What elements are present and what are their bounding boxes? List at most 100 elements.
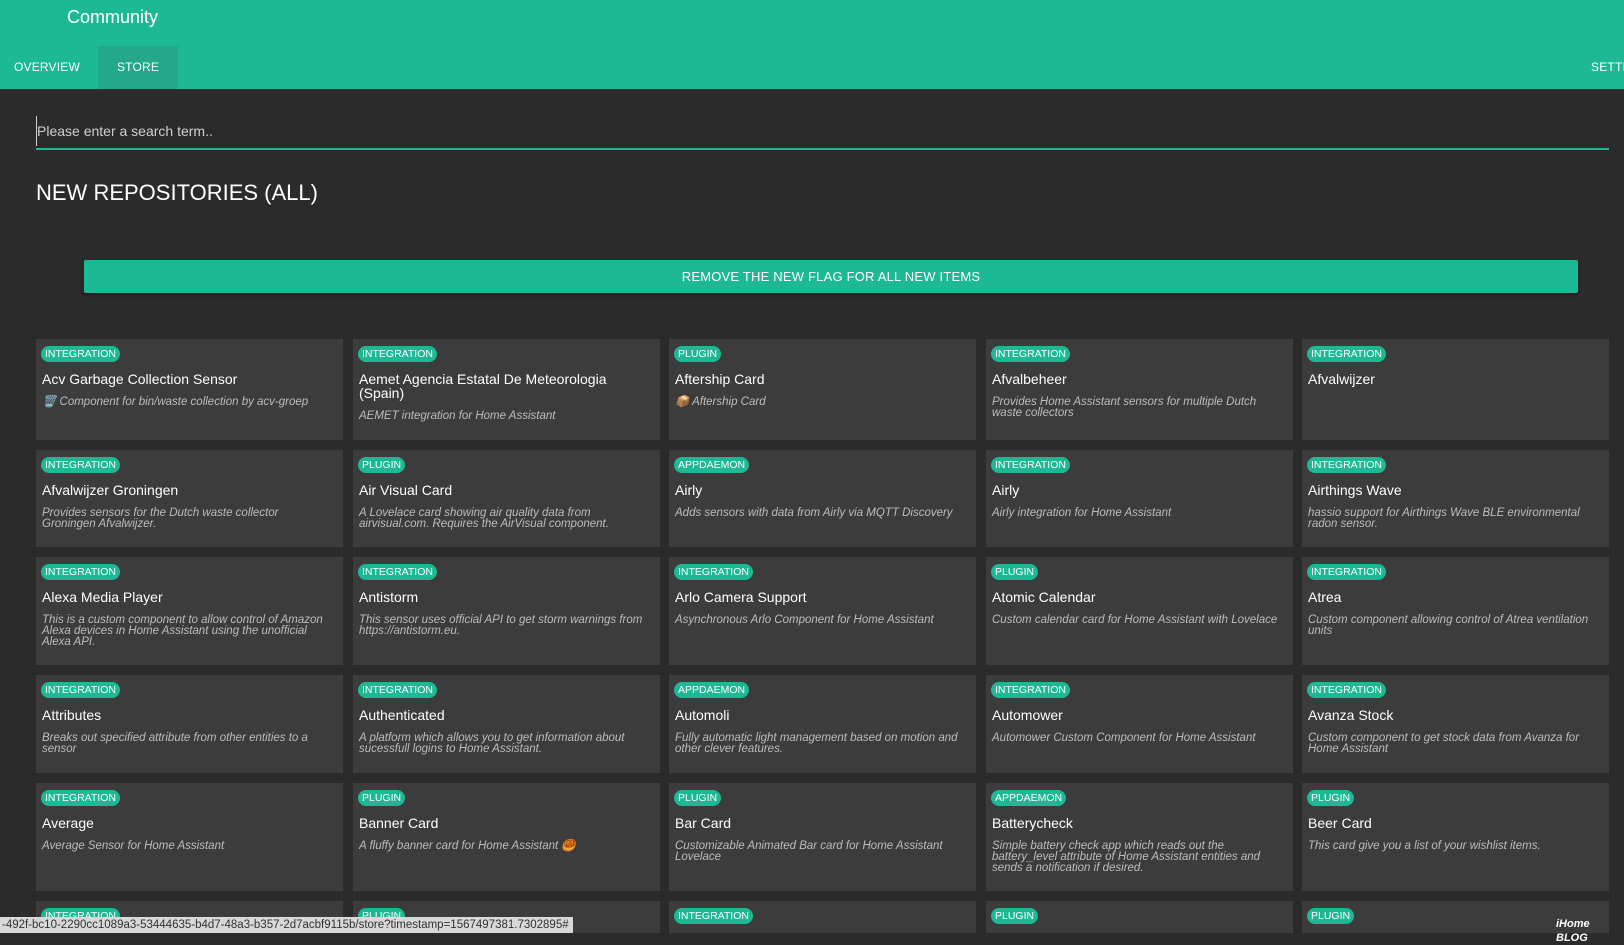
watermark: iHome BLOG bbox=[1556, 918, 1590, 944]
repository-card[interactable]: INTEGRATION Average Average Sensor for H… bbox=[36, 783, 343, 891]
repository-name: Aftership Card bbox=[675, 371, 765, 387]
repository-card[interactable]: PLUGIN Atomic Calendar Custom calendar c… bbox=[986, 557, 1293, 665]
repository-description: Airly integration for Home Assistant bbox=[992, 507, 1172, 519]
repository-card[interactable]: INTEGRATION Afvalwijzer Groningen Provid… bbox=[36, 450, 343, 547]
category-badge: PLUGIN bbox=[674, 346, 722, 362]
repository-card[interactable]: PLUGIN Beer Card This card give you a li… bbox=[1302, 783, 1609, 891]
section-title: NEW REPOSITORIES (ALL) bbox=[36, 180, 318, 205]
category-badge: INTEGRATION bbox=[358, 682, 437, 698]
category-badge: INTEGRATION bbox=[41, 457, 120, 473]
repository-card[interactable]: INTEGRATION Avanza Stock Custom componen… bbox=[1302, 675, 1609, 773]
repository-card[interactable]: INTEGRATION Afvalwijzer bbox=[1302, 339, 1609, 440]
category-badge: PLUGIN bbox=[674, 790, 722, 806]
category-badge: APPDAEMON bbox=[674, 682, 750, 698]
category-badge: INTEGRATION bbox=[1307, 682, 1386, 698]
repository-card[interactable]: INTEGRATION Automower Automower Custom C… bbox=[986, 675, 1293, 773]
repository-description: Asynchronous Arlo Component for Home Ass… bbox=[675, 614, 934, 626]
category-badge: INTEGRATION bbox=[41, 564, 120, 580]
repository-description: A fluffy banner card for Home Assistant … bbox=[359, 840, 576, 852]
repository-description: 🗑️ Component for bin/waste collection by… bbox=[42, 396, 309, 408]
repository-description: Custom component to get stock data from … bbox=[1308, 732, 1580, 755]
repository-card[interactable]: INTEGRATION Airthings Wave hassio suppor… bbox=[1302, 450, 1609, 547]
repository-description: This is a custom component to allow cont… bbox=[42, 614, 323, 648]
category-badge: PLUGIN bbox=[991, 564, 1039, 580]
category-badge: PLUGIN bbox=[358, 790, 406, 806]
repository-card[interactable]: INTEGRATION Atrea Custom component allow… bbox=[1302, 557, 1609, 665]
category-badge: INTEGRATION bbox=[991, 457, 1070, 473]
repository-description: Provides sensors for the Dutch waste col… bbox=[42, 507, 279, 530]
repository-description: Adds sensors with data from Airly via MQ… bbox=[675, 507, 953, 519]
repository-card[interactable]: PLUGIN Aftership Card 📦 Aftership Card bbox=[669, 339, 976, 440]
repository-name: Bar Card bbox=[675, 815, 732, 831]
category-badge: PLUGIN bbox=[1307, 908, 1355, 924]
repository-card[interactable]: INTEGRATION Afvalbeheer Provides Home As… bbox=[986, 339, 1293, 440]
category-badge: INTEGRATION bbox=[41, 346, 120, 362]
search-input[interactable] bbox=[36, 116, 1609, 146]
repository-card[interactable]: INTEGRATION Attributes Breaks out specif… bbox=[36, 675, 343, 773]
repository-name: Arlo Camera Support bbox=[675, 589, 807, 605]
category-badge: INTEGRATION bbox=[674, 564, 753, 580]
repository-name: Afvalbeheer bbox=[992, 371, 1067, 387]
repository-card[interactable]: INTEGRATION Acv Garbage Collection Senso… bbox=[36, 339, 343, 440]
category-badge: PLUGIN bbox=[991, 908, 1039, 924]
category-badge: INTEGRATION bbox=[41, 682, 120, 698]
repository-name: Afvalwijzer Groningen bbox=[42, 482, 179, 498]
category-badge: INTEGRATION bbox=[358, 564, 437, 580]
category-badge: INTEGRATION bbox=[991, 682, 1070, 698]
tab-overview[interactable]: OVERVIEW bbox=[0, 46, 94, 89]
repository-description: hassio support for Airthings Wave BLE en… bbox=[1308, 507, 1580, 530]
repository-card[interactable]: PLUGIN Bar Card Customizable Animated Ba… bbox=[669, 783, 976, 891]
repository-card[interactable]: PLUGIN Air Visual Card A Lovelace card s… bbox=[353, 450, 660, 547]
tab-settings[interactable]: SETTI bbox=[1591, 46, 1624, 89]
remove-new-flag-button[interactable]: REMOVE THE NEW FLAG FOR ALL NEW ITEMS bbox=[84, 260, 1578, 293]
category-badge: INTEGRATION bbox=[991, 346, 1070, 362]
repository-description: A platform which allows you to get infor… bbox=[359, 732, 625, 755]
repository-name: Air Visual Card bbox=[359, 482, 453, 498]
repository-name: Banner Card bbox=[359, 815, 439, 831]
repository-card[interactable]: INTEGRATION Airly Airly integration for … bbox=[986, 450, 1293, 547]
category-badge: INTEGRATION bbox=[674, 908, 753, 924]
repository-description: AEMET integration for Home Assistant bbox=[359, 410, 556, 422]
repository-name: Automower bbox=[992, 707, 1063, 723]
repository-description: A Lovelace card showing air quality data… bbox=[359, 507, 609, 530]
repository-name: Aemet Agencia Estatal De Meteorologia (S… bbox=[359, 371, 607, 401]
repository-name: Afvalwijzer bbox=[1308, 371, 1375, 387]
repository-card[interactable]: APPDAEMON Batterycheck Simple battery ch… bbox=[986, 783, 1293, 891]
repository-description: Average Sensor for Home Assistant bbox=[42, 840, 225, 852]
app-title: Community bbox=[67, 7, 159, 27]
repository-description: 📦 Aftership Card bbox=[675, 396, 766, 408]
search-box bbox=[36, 116, 1609, 150]
repository-card[interactable]: INTEGRATION Authenticated A platform whi… bbox=[353, 675, 660, 773]
repository-name: Airthings Wave bbox=[1308, 482, 1402, 498]
app-header: Community OVERVIEW STORE SETTI bbox=[0, 0, 1624, 89]
repository-name: Avanza Stock bbox=[1308, 707, 1394, 723]
repository-card[interactable]: APPDAEMON Automoli Fully automatic light… bbox=[669, 675, 976, 773]
repository-card[interactable]: INTEGRATION Antistorm This sensor uses o… bbox=[353, 557, 660, 665]
repository-card[interactable]: INTEGRATION Alexa Media Player This is a… bbox=[36, 557, 343, 665]
repository-card[interactable]: PLUGIN Banner Card A fluffy banner card … bbox=[353, 783, 660, 891]
repository-card[interactable]: INTEGRATION bbox=[669, 901, 976, 933]
tab-store[interactable]: STORE bbox=[98, 46, 178, 89]
category-badge: INTEGRATION bbox=[358, 346, 437, 362]
category-badge: APPDAEMON bbox=[674, 457, 750, 473]
repository-description: Fully automatic light management based o… bbox=[675, 732, 958, 755]
repository-description: This card give you a list of your wishli… bbox=[1308, 840, 1541, 852]
repository-description: Breaks out specified attribute from othe… bbox=[42, 732, 308, 755]
category-badge: PLUGIN bbox=[1307, 790, 1355, 806]
repository-card[interactable]: INTEGRATION Arlo Camera Support Asynchro… bbox=[669, 557, 976, 665]
repository-name: Alexa Media Player bbox=[42, 589, 163, 605]
category-badge: PLUGIN bbox=[358, 457, 406, 473]
repository-name: Batterycheck bbox=[992, 815, 1073, 831]
repository-card[interactable]: INTEGRATION Aemet Agencia Estatal De Met… bbox=[353, 339, 660, 440]
repository-name: Atrea bbox=[1308, 589, 1342, 605]
repository-description: Provides Home Assistant sensors for mult… bbox=[992, 396, 1257, 419]
repository-name: Atomic Calendar bbox=[992, 589, 1096, 605]
repository-description: This sensor uses official API to get sto… bbox=[359, 614, 643, 637]
repository-card[interactable]: APPDAEMON Airly Adds sensors with data f… bbox=[669, 450, 976, 547]
repository-name: Attributes bbox=[42, 707, 102, 723]
repository-name: Acv Garbage Collection Sensor bbox=[42, 371, 238, 387]
repository-description: Custom calendar card for Home Assistant … bbox=[992, 614, 1278, 626]
repository-description: Simple battery check app which reads out… bbox=[992, 840, 1261, 874]
status-bar-url: -492f-bc10-2290cc1089a3-53444635-b4d7-48… bbox=[0, 917, 573, 933]
repository-card[interactable]: PLUGIN bbox=[986, 901, 1293, 933]
